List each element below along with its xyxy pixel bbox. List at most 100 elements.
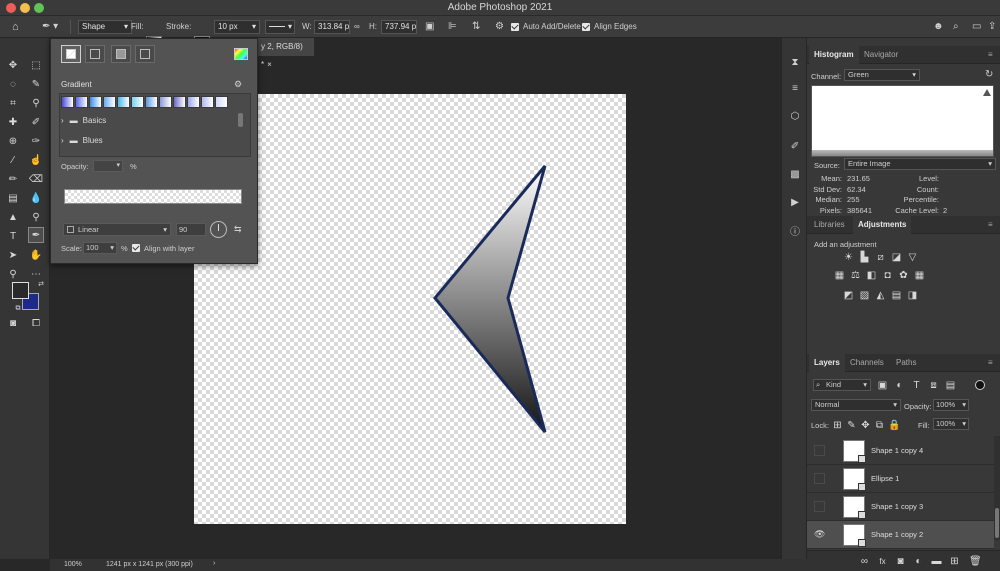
lock-all-icon[interactable]: 🔒 xyxy=(888,420,900,431)
info-icon[interactable]: ⓘ xyxy=(788,226,802,240)
layer-row[interactable]: Ellipse 1 xyxy=(807,465,994,493)
panel-menu-icon[interactable]: ≡ xyxy=(983,216,998,234)
zoom-tool-icon[interactable]: ⚲ xyxy=(5,267,21,283)
color-lookup-icon[interactable]: ▦ xyxy=(914,270,925,281)
tab-histogram[interactable]: Histogram xyxy=(809,46,859,64)
align-edges-checkbox[interactable] xyxy=(582,23,590,31)
lock-transparent-icon[interactable]: ⊞ xyxy=(832,420,843,431)
panel-menu-icon[interactable]: ≡ xyxy=(983,46,998,64)
chevron-right-icon[interactable]: › xyxy=(213,560,215,567)
hand-tool-icon[interactable]: ✋ xyxy=(28,248,44,264)
gradient-swatch[interactable] xyxy=(187,96,200,108)
path-selection-tool-icon[interactable]: ➤ xyxy=(5,248,21,264)
gradient-swatch[interactable] xyxy=(117,96,130,108)
photo-filter-icon[interactable]: ◘ xyxy=(882,270,893,281)
height-field[interactable]: 737.94 p xyxy=(381,20,417,34)
tab-paths[interactable]: Paths xyxy=(891,354,921,372)
dodge-tool-icon[interactable]: ⚲ xyxy=(28,210,44,226)
gradient-swatch[interactable] xyxy=(89,96,102,108)
gradient-swatch[interactable] xyxy=(173,96,186,108)
pen-tool-icon[interactable]: ✒ xyxy=(28,227,44,243)
hue-saturation-icon[interactable]: ▦ xyxy=(834,270,845,281)
home-icon[interactable]: ⌂ xyxy=(12,20,19,34)
brush-tool-alt-icon[interactable]: ∕ xyxy=(5,153,21,169)
layer-row[interactable]: Shape 1 copy 4 xyxy=(807,437,994,465)
quick-mask-icon[interactable]: ◙ xyxy=(5,316,21,332)
gradient-style-select[interactable]: Linear ▾ xyxy=(63,223,171,236)
filter-toggle-icon[interactable] xyxy=(975,380,985,390)
folder-basics[interactable]: › ▬ Basics xyxy=(61,112,239,130)
pen-tool-preset-icon[interactable]: ✒ ▾ xyxy=(42,20,58,34)
solid-fill-tab[interactable] xyxy=(111,45,131,63)
timeline-play-icon[interactable]: ▶ xyxy=(788,196,802,210)
arrow-shape[interactable] xyxy=(194,94,626,524)
gradient-tool-icon[interactable]: ▤ xyxy=(5,191,21,207)
layer-thumbnail[interactable] xyxy=(843,468,866,491)
layer-row[interactable]: 👁 Shape 1 copy 2 xyxy=(807,521,994,549)
trash-icon[interactable]: 🗑 xyxy=(969,556,982,567)
history-panel-icon[interactable]: ⧗ xyxy=(788,56,802,70)
layer-thumbnail[interactable] xyxy=(843,496,866,519)
brush-settings-icon[interactable]: ✐ xyxy=(788,140,802,154)
brightness-contrast-icon[interactable]: ☀ xyxy=(843,252,854,263)
foreground-color-swatch[interactable] xyxy=(12,282,29,299)
blur-tool-icon[interactable]: 💧 xyxy=(28,191,44,207)
link-icon[interactable]: ∞ xyxy=(354,20,360,34)
gradient-swatch[interactable] xyxy=(145,96,158,108)
color-balance-icon[interactable]: ⚖ xyxy=(850,270,861,281)
visibility-eye-icon[interactable] xyxy=(814,473,825,484)
eyedropper-tool-icon[interactable]: ⚲ xyxy=(28,96,44,112)
artboard-tool-icon[interactable]: ⬚ xyxy=(28,58,44,74)
workspace-icon[interactable]: ▭ xyxy=(972,20,981,34)
3d-panel-icon[interactable]: ⬡ xyxy=(788,110,802,124)
black-white-icon[interactable]: ◧ xyxy=(866,270,877,281)
screen-mode-icon[interactable]: ⧠ xyxy=(28,316,44,332)
lock-artboard-icon[interactable]: ⧉ xyxy=(874,420,885,431)
default-colors-icon[interactable]: ⧉ xyxy=(10,301,26,317)
path-arrangement-icon[interactable]: ⇅ xyxy=(472,20,480,34)
lock-image-icon[interactable]: ✎ xyxy=(846,420,857,431)
gradient-fill-tab[interactable] xyxy=(61,45,81,63)
refresh-icon[interactable]: ↻ xyxy=(985,69,993,80)
levels-icon[interactable]: ▙ xyxy=(859,252,870,263)
layer-thumbnail[interactable] xyxy=(843,524,866,547)
visibility-eye-icon[interactable] xyxy=(814,445,825,456)
move-tool-icon[interactable]: ✥ xyxy=(5,58,21,74)
visibility-eye-icon[interactable] xyxy=(814,501,825,512)
gradient-swatch[interactable] xyxy=(131,96,144,108)
filter-pixel-icon[interactable]: ▣ xyxy=(877,380,888,391)
gradient-swatch[interactable] xyxy=(61,96,74,108)
no-fill-tab[interactable] xyxy=(135,45,155,63)
tab-channels[interactable]: Channels xyxy=(845,354,889,372)
swap-colors-icon[interactable]: ⇄ xyxy=(33,277,49,293)
threshold-icon[interactable]: ◭ xyxy=(875,290,886,301)
tab-layers[interactable]: Layers xyxy=(809,354,845,372)
filter-smart-object-icon[interactable]: ▤ xyxy=(945,380,956,391)
gradient-map-icon[interactable]: ◨ xyxy=(907,290,918,301)
share-icon[interactable]: ⇪ xyxy=(988,20,996,34)
stroke-size-field[interactable]: 10 px ▾ xyxy=(214,20,260,34)
lasso-tool-icon[interactable]: ◌ xyxy=(5,77,21,93)
clone-stamp-tool-icon[interactable]: ⊕ xyxy=(5,134,21,150)
tab-navigator[interactable]: Navigator xyxy=(859,46,903,64)
canvas[interactable] xyxy=(194,94,626,524)
auto-add-delete-checkbox[interactable] xyxy=(511,23,519,31)
filter-shape-icon[interactable]: ⧈ xyxy=(928,380,939,391)
selective-color-icon[interactable]: ▤ xyxy=(891,290,902,301)
channel-select[interactable]: Green ▾ xyxy=(844,69,920,81)
link-layers-icon[interactable]: ∞ xyxy=(859,556,870,567)
brush-tool-icon[interactable]: ✐ xyxy=(28,115,44,131)
layer-row[interactable]: Shape 1 copy 3 xyxy=(807,493,994,521)
layer-filter-select[interactable]: ⌕ Kind ▾ xyxy=(813,379,871,391)
sharpen-tool-icon[interactable]: ▲ xyxy=(5,210,21,226)
warning-icon[interactable] xyxy=(983,89,991,96)
presets-scrollbar[interactable] xyxy=(238,113,243,127)
scale-field[interactable]: 100 ▾ xyxy=(83,242,117,254)
channel-mixer-icon[interactable]: ✿ xyxy=(898,270,909,281)
angle-field[interactable]: 90 xyxy=(176,223,206,236)
tab-adjustments[interactable]: Adjustments xyxy=(853,216,912,234)
gradient-swatch[interactable] xyxy=(159,96,172,108)
zoom-level[interactable]: 100% xyxy=(64,561,82,568)
align-with-layer-checkbox[interactable] xyxy=(132,244,140,252)
color-picker-icon[interactable] xyxy=(234,48,248,60)
